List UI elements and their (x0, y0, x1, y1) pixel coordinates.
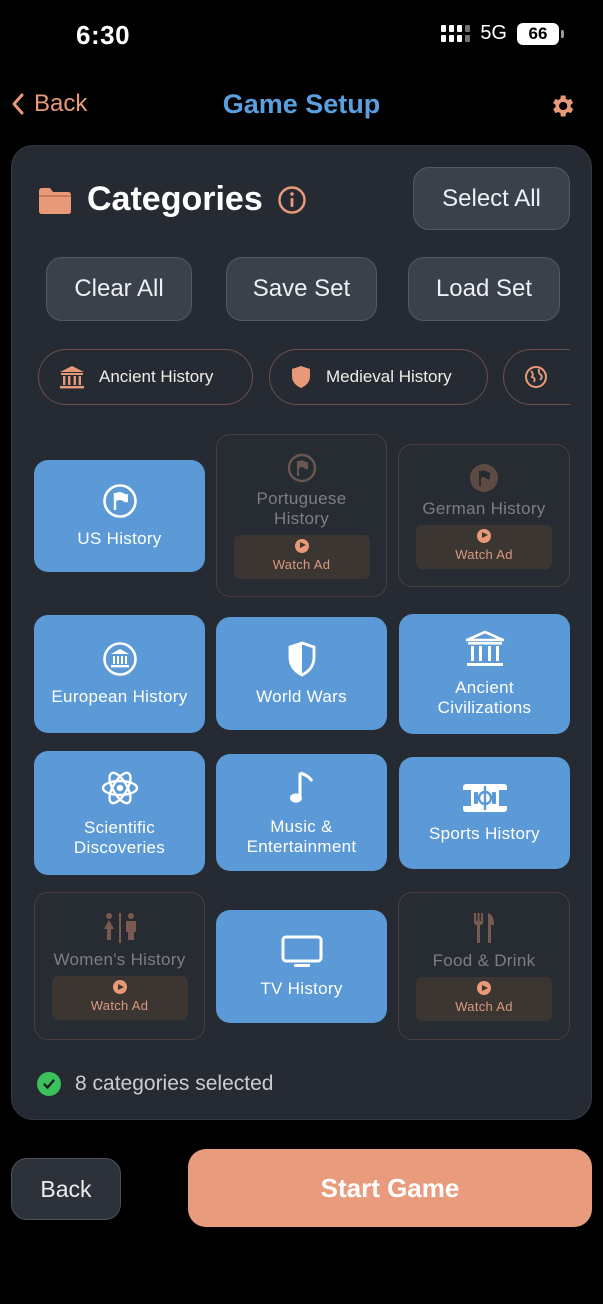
category-scientific-discoveries[interactable]: Scientific Discoveries (34, 751, 205, 875)
flag-icon (287, 453, 317, 483)
page-title: Game Setup (222, 89, 381, 119)
chip-partial[interactable] (503, 349, 570, 405)
category-sports-history[interactable]: Sports History (399, 757, 570, 869)
category-label: TV History (260, 978, 343, 998)
category-music-entertainment[interactable]: Music & Entertainment (216, 754, 387, 871)
category-label: Sports History (429, 824, 540, 843)
clear-all-button[interactable]: Clear All (46, 257, 192, 321)
signal-icon (441, 25, 471, 42)
folder-icon (39, 187, 71, 214)
back-button[interactable]: Back (11, 1158, 121, 1220)
battery-icon: 66 (517, 22, 564, 45)
category-german-history[interactable]: German History Watch Ad (398, 444, 570, 587)
atom-icon (100, 768, 140, 808)
watch-ad-button[interactable]: Watch Ad (51, 976, 188, 1020)
shield-icon (287, 641, 317, 677)
watch-ad-label: Watch Ad (272, 556, 331, 572)
status-indicators: 5G 66 (441, 22, 564, 45)
category-womens-history[interactable]: Women's History Watch Ad (34, 892, 205, 1040)
watch-ad-button[interactable]: Watch Ad (233, 534, 370, 579)
category-label: US History (77, 529, 162, 548)
gear-icon[interactable] (548, 92, 576, 120)
category-world-wars[interactable]: World Wars (216, 617, 387, 730)
category-label: German History (422, 498, 546, 518)
fork-knife-icon (471, 911, 497, 945)
start-game-button[interactable]: Start Game (188, 1149, 592, 1227)
chip-label: Ancient History (99, 367, 214, 386)
category-ancient-civilizations[interactable]: Ancient Civilizations (399, 614, 570, 734)
chip-medieval-history[interactable]: Medieval History (269, 349, 488, 405)
tv-icon (281, 935, 323, 969)
play-icon (112, 980, 127, 994)
info-icon[interactable] (277, 185, 307, 215)
watch-ad-label: Watch Ad (90, 998, 149, 1013)
category-tv-history[interactable]: TV History (216, 910, 387, 1023)
selection-status: 8 categories selected (37, 1072, 273, 1096)
museum-icon (60, 366, 84, 389)
stadium-icon (461, 782, 509, 814)
category-label: European History (51, 687, 188, 706)
categories-title: Categories (87, 180, 263, 218)
load-set-button[interactable]: Load Set (408, 257, 560, 321)
shield-icon (292, 366, 310, 388)
category-label: Scientific Discoveries (73, 818, 166, 857)
network-label: 5G (480, 22, 507, 44)
chip-label: Medieval History (326, 367, 452, 386)
flag-icon (469, 463, 499, 493)
category-food-drink[interactable]: Food & Drink Watch Ad (398, 892, 570, 1040)
watch-ad-label: Watch Ad (455, 546, 513, 562)
flag-icon (102, 483, 138, 519)
category-label: Music & Entertainment (246, 816, 357, 856)
selection-count-text: 8 categories selected (75, 1072, 274, 1095)
category-us-history[interactable]: US History (34, 460, 205, 572)
check-circle-icon (37, 1072, 61, 1096)
watch-ad-button[interactable]: Watch Ad (416, 977, 552, 1021)
music-note-icon (288, 769, 316, 807)
category-label: Food & Drink (432, 951, 536, 970)
category-label: World Wars (256, 686, 347, 706)
watch-ad-button[interactable]: Watch Ad (416, 524, 552, 569)
play-icon (477, 528, 491, 543)
globe-icon (525, 366, 547, 388)
people-icon (100, 912, 140, 944)
status-time: 6:30 (76, 20, 131, 50)
category-label: Women's History (53, 950, 186, 969)
select-all-button[interactable]: Select All (413, 167, 570, 230)
museum-icon (465, 630, 505, 668)
watch-ad-label: Watch Ad (455, 999, 513, 1014)
play-icon (477, 981, 491, 995)
museum-icon (102, 641, 138, 677)
category-european-history[interactable]: European History (34, 615, 205, 733)
chip-ancient-history[interactable]: Ancient History (38, 349, 253, 405)
category-label: Portuguese History (256, 488, 347, 528)
play-icon (294, 538, 309, 553)
save-set-button[interactable]: Save Set (226, 257, 377, 321)
category-chip-scroller[interactable]: Ancient History Medieval History (38, 349, 570, 407)
category-portuguese-history[interactable]: Portuguese History Watch Ad (216, 434, 387, 597)
category-label: Ancient Civilizations (437, 678, 532, 717)
categories-header: Categories (37, 180, 307, 219)
